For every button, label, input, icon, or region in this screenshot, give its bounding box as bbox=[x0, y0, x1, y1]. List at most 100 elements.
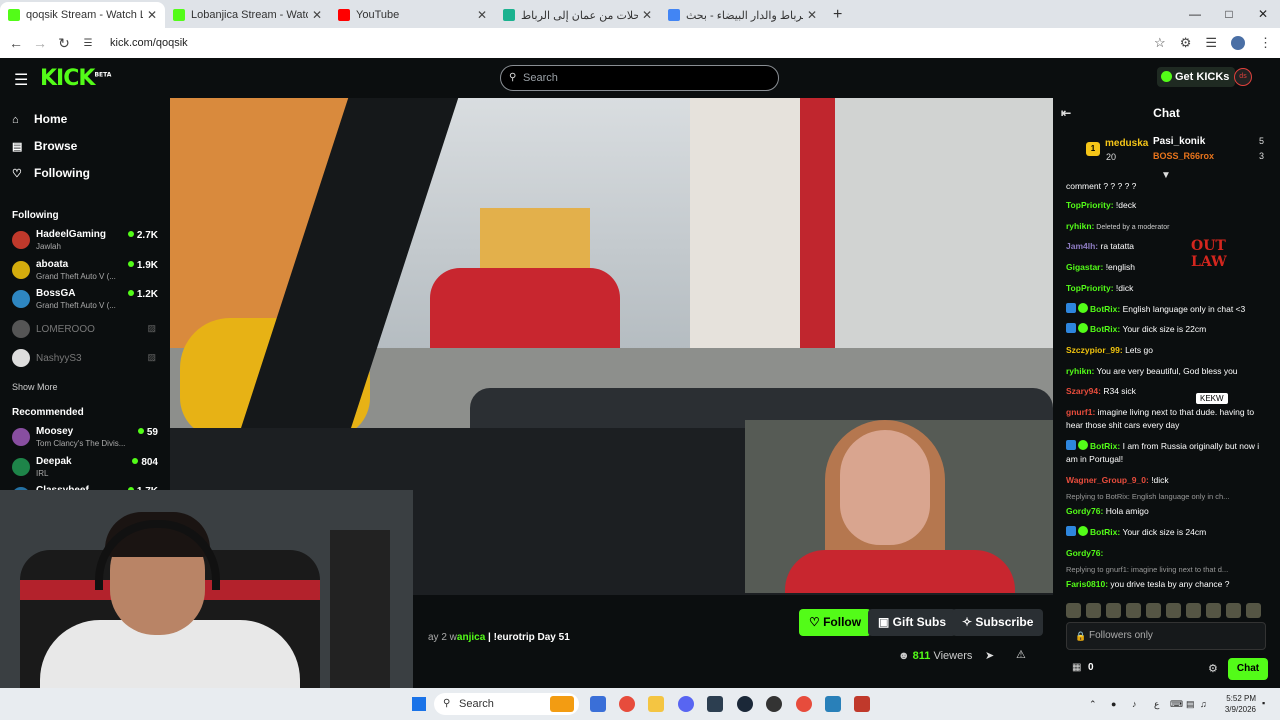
nav-browse[interactable]: ▤ Browse bbox=[12, 139, 77, 153]
user-avatar[interactable]: ds bbox=[1234, 68, 1252, 86]
subscribe-button[interactable]: ✧ Subscribe bbox=[952, 609, 1044, 636]
leaderboard-third-user[interactable]: BOSS_R66rox bbox=[1153, 151, 1214, 161]
tray-app-icon[interactable]: ● bbox=[1111, 699, 1116, 709]
notifications-icon[interactable]: ▪ bbox=[1262, 698, 1265, 708]
channel-item[interactable]: aboata Grand Theft Auto V (... 1.9K bbox=[12, 259, 162, 287]
channel-item[interactable]: HadeelGaming Jawlah 2.7K bbox=[12, 229, 162, 257]
browser-tab[interactable]: الرحلات من عمان إلى الرباط ✕ bbox=[495, 2, 660, 28]
reply-text[interactable]: Replying to BotRix: English language onl… bbox=[1066, 492, 1229, 501]
chat-input[interactable]: 🔒 Followers only bbox=[1066, 622, 1266, 650]
chat-username[interactable]: BotRix: bbox=[1090, 527, 1120, 537]
site-info-icon[interactable]: ☰ bbox=[76, 38, 100, 49]
channel-item[interactable]: Moosey Tom Clancy's The Divis... 59 bbox=[12, 426, 162, 454]
menu-icon[interactable]: ☰ bbox=[14, 70, 28, 90]
channel-item[interactable]: LOMEROOO ▨ bbox=[12, 318, 162, 346]
kick-logo[interactable]: KICKBETA bbox=[40, 66, 111, 91]
close-tab-icon[interactable]: ✕ bbox=[642, 8, 652, 22]
keyboard-icon[interactable]: ⌨ bbox=[1170, 699, 1183, 710]
browser-tab[interactable]: Lobanjica Stream - Watch Live ✕ bbox=[165, 2, 330, 28]
chat-settings-icon[interactable]: ⚙ bbox=[1208, 662, 1218, 675]
chat-username[interactable]: Szczypior_99: bbox=[1066, 345, 1123, 355]
collapse-chat-icon[interactable]: ⇤ bbox=[1061, 98, 1071, 128]
maximize-icon[interactable]: □ bbox=[1212, 0, 1246, 28]
channel-item[interactable]: Deepak IRL 804 bbox=[12, 456, 162, 484]
forward-icon[interactable]: → bbox=[28, 35, 52, 51]
emote[interactable] bbox=[1166, 603, 1181, 618]
chat-username[interactable]: BotRix: bbox=[1090, 304, 1120, 314]
acrobat-icon[interactable] bbox=[854, 696, 870, 712]
network-icon[interactable]: ▤ bbox=[1186, 699, 1195, 710]
browser-tab[interactable]: الرباط والدار البيضاء - بحث Google ✕ bbox=[660, 2, 825, 28]
emote[interactable] bbox=[1186, 603, 1201, 618]
profile-avatar[interactable] bbox=[1231, 36, 1245, 50]
minimize-icon[interactable]: — bbox=[1178, 0, 1212, 28]
chat-username[interactable]: Szary94: bbox=[1066, 386, 1101, 396]
language-indicator[interactable]: ع bbox=[1154, 699, 1159, 710]
reading-list-icon[interactable]: ☰ bbox=[1205, 35, 1217, 51]
channel-item[interactable]: BossGA Grand Theft Auto V (... 1.2K bbox=[12, 288, 162, 316]
chat-username[interactable]: Wagner_Group_9_0: bbox=[1066, 475, 1149, 485]
new-tab-icon[interactable]: + bbox=[825, 2, 850, 28]
file-explorer-icon[interactable] bbox=[648, 696, 664, 712]
close-tab-icon[interactable]: ✕ bbox=[147, 8, 157, 22]
browser-tab[interactable]: qoqsik Stream - Watch Live ✕ bbox=[0, 2, 165, 28]
share-icon[interactable]: ➤ bbox=[985, 649, 994, 662]
reload-icon[interactable]: ↻ bbox=[52, 35, 76, 52]
emote[interactable] bbox=[1126, 603, 1141, 618]
chat-username[interactable]: ryhikn: bbox=[1066, 366, 1094, 376]
mic-icon[interactable]: ♪ bbox=[1132, 699, 1137, 709]
emote[interactable] bbox=[1066, 603, 1081, 618]
show-more-link[interactable]: Show More bbox=[12, 382, 58, 392]
search-input[interactable]: ⚲ Search bbox=[500, 65, 779, 91]
get-kicks-button[interactable]: Get KICKs bbox=[1157, 67, 1236, 87]
emote[interactable] bbox=[1146, 603, 1161, 618]
chat-username[interactable]: TopPriority: bbox=[1066, 283, 1114, 293]
chat-username[interactable]: ryhikn: bbox=[1066, 221, 1094, 231]
chat-username[interactable]: TopPriority: bbox=[1066, 200, 1114, 210]
report-icon[interactable]: ⚠ bbox=[1016, 648, 1026, 661]
emote[interactable] bbox=[1226, 603, 1241, 618]
url-field[interactable]: kick.com/qoqsik bbox=[110, 37, 188, 49]
follow-button[interactable]: ♡ Follow bbox=[799, 609, 872, 636]
store-icon[interactable]: ▦ bbox=[1072, 662, 1081, 673]
back-icon[interactable]: ← bbox=[4, 35, 28, 51]
leaderboard-second-user[interactable]: Pasi_konik bbox=[1153, 136, 1205, 147]
chat-username[interactable]: BotRix: bbox=[1090, 441, 1120, 451]
emote[interactable] bbox=[1106, 603, 1121, 618]
chat-username[interactable]: Jam4lh: bbox=[1066, 241, 1098, 251]
tray-overflow-icon[interactable]: ⌃ bbox=[1089, 699, 1097, 710]
chat-username[interactable]: Gigastar: bbox=[1066, 262, 1103, 272]
chat-username[interactable]: Gordy76: bbox=[1066, 506, 1103, 516]
weather-icon[interactable] bbox=[550, 696, 574, 712]
taskview-icon[interactable] bbox=[590, 696, 606, 712]
chat-username[interactable]: gnurf1: bbox=[1066, 407, 1095, 417]
channel-item[interactable]: NashyyS3 ▨ bbox=[12, 347, 162, 375]
close-tab-icon[interactable]: ✕ bbox=[807, 8, 817, 22]
photos-icon[interactable] bbox=[825, 696, 841, 712]
chat-username[interactable]: Faris0810: bbox=[1066, 579, 1108, 589]
reply-text[interactable]: Replying to gnurf1: imagine living next … bbox=[1066, 565, 1228, 574]
terminal-icon[interactable] bbox=[707, 696, 723, 712]
gift-subs-button[interactable]: ▣ Gift Subs bbox=[868, 609, 957, 636]
extensions-icon[interactable]: ⚙ bbox=[1180, 35, 1192, 51]
taskbar-clock[interactable]: 5:52 PM 3/9/2026 bbox=[1220, 693, 1256, 715]
emote[interactable] bbox=[1086, 603, 1101, 618]
close-tab-icon[interactable]: ✕ bbox=[477, 8, 487, 22]
chat-username[interactable]: BotRix: bbox=[1090, 324, 1120, 334]
emote[interactable] bbox=[1246, 603, 1261, 618]
app-icon[interactable] bbox=[796, 696, 812, 712]
emote[interactable] bbox=[1206, 603, 1221, 618]
chat-username[interactable]: Gordy76: bbox=[1066, 548, 1103, 558]
bookmark-star-icon[interactable]: ☆ bbox=[1154, 35, 1166, 51]
steam-icon[interactable] bbox=[737, 696, 753, 712]
browser-menu-icon[interactable]: ⋮ bbox=[1259, 35, 1272, 51]
volume-icon[interactable]: ♫ bbox=[1200, 699, 1207, 709]
close-tab-icon[interactable]: ✕ bbox=[312, 8, 322, 22]
obs-icon[interactable] bbox=[766, 696, 782, 712]
send-chat-button[interactable]: Chat bbox=[1228, 658, 1268, 680]
windows-start-icon[interactable] bbox=[412, 697, 426, 711]
nav-home[interactable]: ⌂ Home bbox=[12, 112, 67, 126]
discord-icon[interactable] bbox=[678, 696, 694, 712]
chrome-icon[interactable] bbox=[619, 696, 635, 712]
nav-following[interactable]: ♡ Following bbox=[12, 166, 90, 180]
